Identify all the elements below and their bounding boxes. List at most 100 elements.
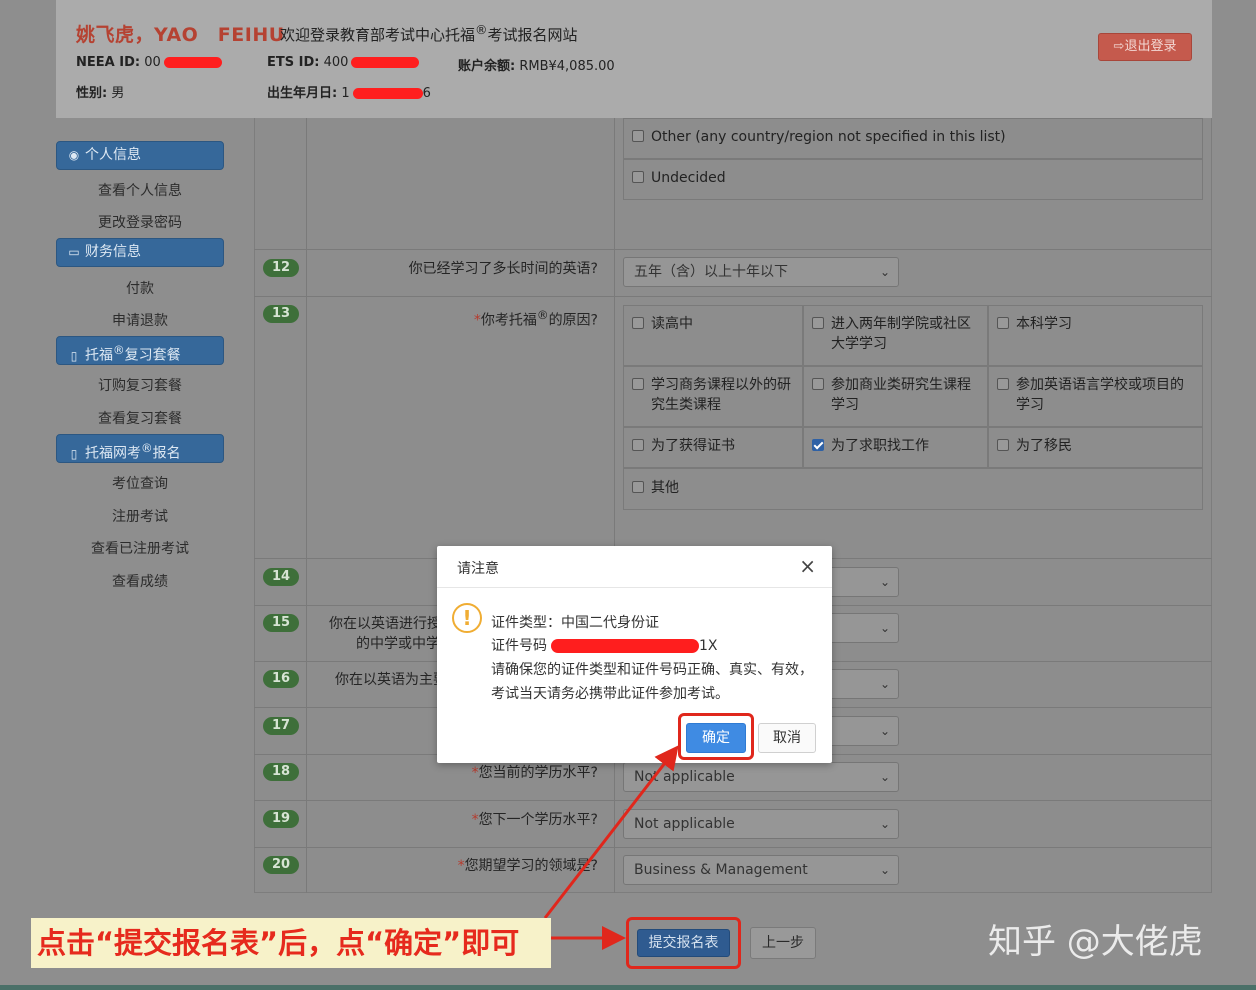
sidebar-section-finance[interactable]: ▭ 财务信息 [56,238,224,267]
option-label: 究生类课程 [651,397,721,413]
reason-other[interactable]: 其他 [632,478,679,498]
current-education-select[interactable]: Not applicable ⌄ [623,762,899,792]
redaction-mark [551,639,699,653]
sidebar-section-prep-package[interactable]: ▯ 托福®复习套餐 [56,336,224,365]
registered-mark: ® [113,343,125,357]
sidebar-item-seat-search[interactable]: 考位查询 [56,473,224,493]
highlight-ok [678,713,754,760]
reason-graduate-non-business[interactable]: 学习商务课程以外的研 究生类课程 [632,375,791,415]
question-text-line: 的中学或中学 [356,636,440,652]
chevron-down-icon: ⌄ [879,621,890,635]
sidebar-item-payment[interactable]: 付款 [56,278,224,298]
question-text-prefix: 你考托福 [480,312,537,329]
ets-id-value: 400 [323,55,349,70]
reason-immigration[interactable]: 为了移民 [997,436,1072,456]
birth-date-label: 出生年月日: [267,86,338,101]
previous-step-button[interactable]: 上一步 [750,927,816,959]
checkbox[interactable] [632,378,644,390]
checkbox[interactable] [997,439,1009,451]
sidebar-section-registration[interactable]: ▯ 托福网考®报名 [56,434,224,463]
reason-undergraduate[interactable]: 本科学习 [997,314,1072,334]
reason-community-college[interactable]: 进入两年制学院或社区 大学学习 [812,314,971,354]
gender-value: 男 [111,86,125,101]
select-value: 五年（含）以上十年以下 [634,264,788,280]
checkbox[interactable] [632,481,644,493]
dialog-message: 请确保您的证件类型和证件号码正确、真实、有效， [491,662,813,678]
checkbox[interactable] [812,317,824,329]
birth-date: 出生年月日: 1 6 [267,82,431,101]
row-divider [254,249,1212,250]
checkbox[interactable] [632,317,644,329]
checkbox[interactable] [812,378,824,390]
sidebar-item-register-exam[interactable]: 注册考试 [56,506,224,526]
id-number-label: 证件号码 [491,638,547,654]
question-text: 你在以英语进行授 的中学或中学 [329,614,441,654]
redaction-mark [352,88,423,99]
option-label: 为了求职找工作 [831,438,929,454]
column-divider [614,118,615,893]
option-label: 进入两年制学院或社区 [831,316,971,332]
instruction-caption: 点击“提交报名表”后，点“确定”即可 [31,918,551,968]
chevron-down-icon: ⌄ [879,575,890,589]
registered-mark: ® [475,22,488,37]
welcome-text: 欢迎登录教育部考试中心托福®考试报名网站 [280,22,578,45]
redaction-mark [351,57,420,68]
sidebar-item-change-password[interactable]: 更改登录密码 [56,212,224,232]
option-label: 参加商业类研究生课程 [831,377,971,393]
question-number: 19 [263,810,299,828]
chevron-down-icon: ⌄ [879,817,890,831]
neea-id-value: 00 [144,55,161,70]
checkbox-checked[interactable] [812,439,824,451]
required-mark: * [471,765,479,781]
study-field-select[interactable]: Business & Management ⌄ [623,855,899,885]
sidebar-section-label-suffix: 复习套餐 [124,347,181,364]
sidebar-section-personal[interactable]: ◉ 个人信息 [56,141,224,170]
next-education-select[interactable]: Not applicable ⌄ [623,809,899,839]
neea-id-label: NEEA ID: [76,55,141,70]
sidebar-item-order-package[interactable]: 订购复习套餐 [56,375,224,395]
checkbox[interactable] [997,317,1009,329]
confirm-cancel-button[interactable]: 取消 [758,723,816,753]
row-divider [254,800,1212,801]
option-other-country[interactable]: Other (any country/region not specified … [632,127,1006,147]
gender-label: 性别: [76,86,108,101]
checkbox[interactable] [632,171,644,183]
reason-certificate[interactable]: 为了获得证书 [632,436,735,456]
reason-high-school[interactable]: 读高中 [632,314,693,334]
close-icon[interactable]: × [799,554,816,578]
reason-language-school[interactable]: 参加英语语言学校或项目的 学习 [997,375,1184,415]
checkbox[interactable] [997,378,1009,390]
option-label: 大学学习 [831,336,887,352]
balance: 账户余额: RMB¥4,085.00 [458,55,615,74]
sidebar-section-label-suffix: 报名 [152,445,181,462]
dialog-id-type: 证件类型：中国二代身份证 [491,615,659,631]
dialog-id-number: 证件号码 1X [491,635,718,655]
row-divider [254,296,1212,297]
sidebar-item-scores[interactable]: 查看成绩 [56,571,224,591]
question-text: *您当前的学历水平? [472,763,598,783]
option-undecided[interactable]: Undecided [632,168,726,188]
question-number: 17 [263,717,299,735]
page-header: 姚飞虎，YAO FEIHU 欢迎登录教育部考试中心托福®考试报名网站 NEEA … [56,0,1212,118]
user-icon: ◉ [68,148,80,162]
bottom-strip [0,985,1256,990]
sidebar-item-refund[interactable]: 申请退款 [56,310,224,330]
question-text: *您期望学习的领域是? [458,856,598,876]
logout-button[interactable]: ⇨退出登录 [1098,33,1192,61]
reason-employment[interactable]: 为了求职找工作 [812,436,929,456]
reason-business-graduate[interactable]: 参加商业类研究生课程 学习 [812,375,971,415]
option-label: 其他 [651,480,679,496]
question-text-label: 您下一个学历水平? [478,812,598,828]
question-text-label: 您期望学习的领域是? [464,858,598,874]
sidebar-item-view-package[interactable]: 查看复习套餐 [56,408,224,428]
question-text-suffix: 的原因? [548,312,598,329]
checkbox[interactable] [632,130,644,142]
option-cell [623,468,1203,510]
sidebar-section-label: 托福网考 [85,445,141,462]
sidebar-item-registered-exams[interactable]: 查看已注册考试 [56,538,224,558]
checkbox[interactable] [632,439,644,451]
option-label: 学习 [831,397,859,413]
english-duration-select[interactable]: 五年（含）以上十年以下 ⌄ [623,257,899,287]
sidebar-item-view-profile[interactable]: 查看个人信息 [56,180,224,200]
option-label: Other (any country/region not specified … [651,129,1006,145]
